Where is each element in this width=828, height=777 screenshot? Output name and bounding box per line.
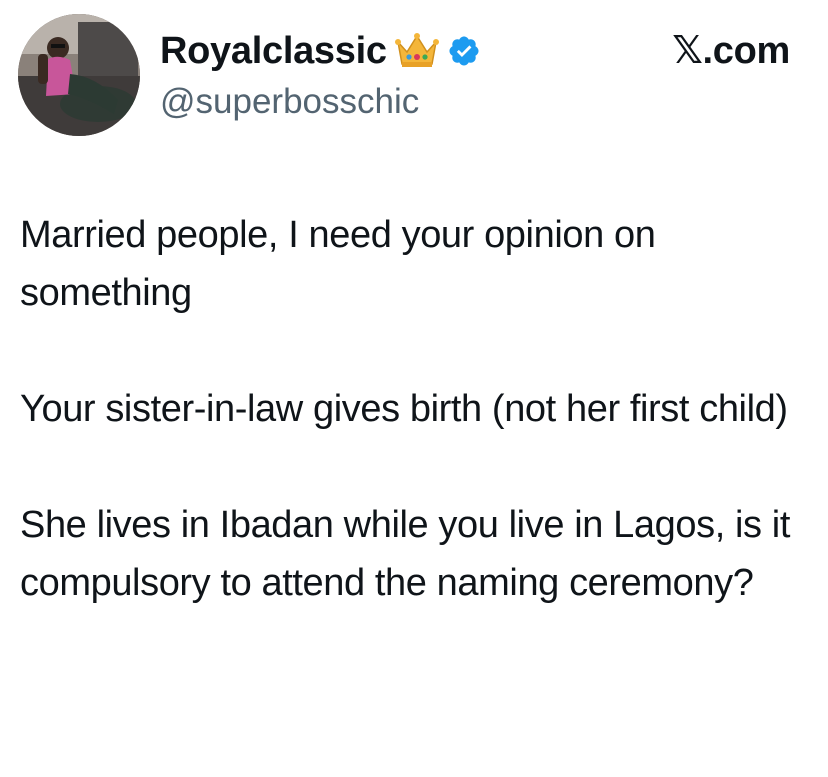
tweet-card: Royalclassic @superbosschic 𝕏.com Marrie… [0, 0, 828, 777]
x-brand-watermark: 𝕏.com [672, 28, 790, 74]
tweet-text: Married people, I need your opinion on s… [20, 206, 810, 612]
tweet-paragraph: She lives in Ibadan while you live in La… [20, 504, 791, 604]
verified-badge-icon [447, 34, 481, 68]
avatar-photo [18, 14, 140, 136]
author-handle[interactable]: @superbosschic [160, 80, 419, 124]
author-display-name[interactable]: Royalclassic [160, 26, 387, 76]
avatar[interactable] [18, 14, 140, 136]
crown-emoji-icon [394, 32, 439, 70]
author-name-row: Royalclassic [160, 26, 481, 76]
tweet-paragraph: Married people, I need your opinion on s… [20, 214, 656, 314]
tweet-paragraph: Your sister-in-law gives birth (not her … [20, 388, 788, 430]
x-brand-label: 𝕏.com [672, 30, 790, 72]
